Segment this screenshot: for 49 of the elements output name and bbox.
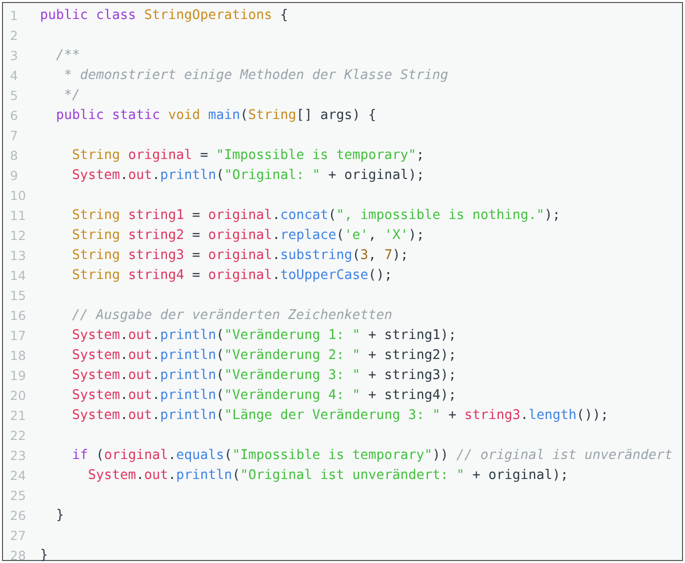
line-number: 2 [9, 28, 19, 42]
line-number: 15 [9, 288, 27, 302]
code-line: /** [55, 48, 80, 62]
line-number: 16 [9, 308, 27, 322]
line-number: 14 [9, 268, 27, 282]
code-line: String original = "Impossible is temporary"; [71, 148, 424, 162]
line-number: 12 [9, 228, 27, 242]
code-line: String string3 = original.substring(3, 7); [71, 248, 408, 262]
code-line: * demonstriert einige Methoden der Klasse String [63, 68, 448, 82]
line-number: 24 [9, 468, 27, 482]
line-number: 20 [9, 388, 27, 402]
line-number: 17 [9, 328, 27, 342]
code-line: System.out.println("Länge der Veränderung 3: " + string3.length()); [71, 408, 609, 422]
code-line: String string1 = original.concat(", impossible is nothing."); [71, 208, 560, 222]
line-number: 7 [9, 128, 19, 142]
code-line: } [55, 508, 64, 522]
line-number: 21 [9, 408, 27, 422]
line-number: 6 [9, 108, 19, 122]
code-line: // Ausgabe der veränderten Zeichenketten [71, 308, 392, 322]
code-line: System.out.println("Veränderung 1: " + string1); [71, 328, 456, 342]
code-line: String string4 = original.toUpperCase(); [71, 268, 392, 282]
line-number: 9 [9, 168, 19, 182]
code-line: System.out.println("Original ist unverändert: " + original); [87, 468, 568, 482]
code-line: System.out.println("Veränderung 2: " + string2); [71, 348, 456, 362]
line-number: 11 [9, 208, 27, 222]
code-line: System.out.println("Original: " + original); [71, 168, 424, 182]
code-line: System.out.println("Veränderung 3: " + string3); [71, 368, 456, 382]
line-number: 13 [9, 248, 27, 262]
code-line: if (original.equals("Impossible is temporary")) // original ist unverändert [71, 448, 673, 462]
line-number: 19 [9, 368, 27, 382]
line-number: 10 [9, 188, 27, 202]
code-line: } [40, 548, 48, 562]
line-number: 5 [9, 88, 19, 102]
line-number: 3 [9, 48, 19, 62]
line-number: 22 [9, 428, 27, 442]
line-number: 4 [9, 68, 19, 82]
code-line: public static void main(String[] args) { [55, 108, 376, 122]
line-number: 1 [9, 8, 19, 22]
line-number: 27 [9, 528, 27, 542]
code-line: String string2 = original.replace('e', 'X'); [71, 228, 424, 242]
code-line: */ [63, 88, 80, 102]
code-line: System.out.println("Veränderung 4: " + string4); [71, 388, 456, 402]
line-number: 28 [9, 548, 27, 562]
line-number: 8 [9, 148, 19, 162]
line-number: 18 [9, 348, 27, 362]
line-number: 25 [9, 488, 27, 502]
line-number: 23 [9, 448, 27, 462]
code-line: public class StringOperations { [40, 8, 288, 22]
line-number: 26 [9, 508, 27, 522]
